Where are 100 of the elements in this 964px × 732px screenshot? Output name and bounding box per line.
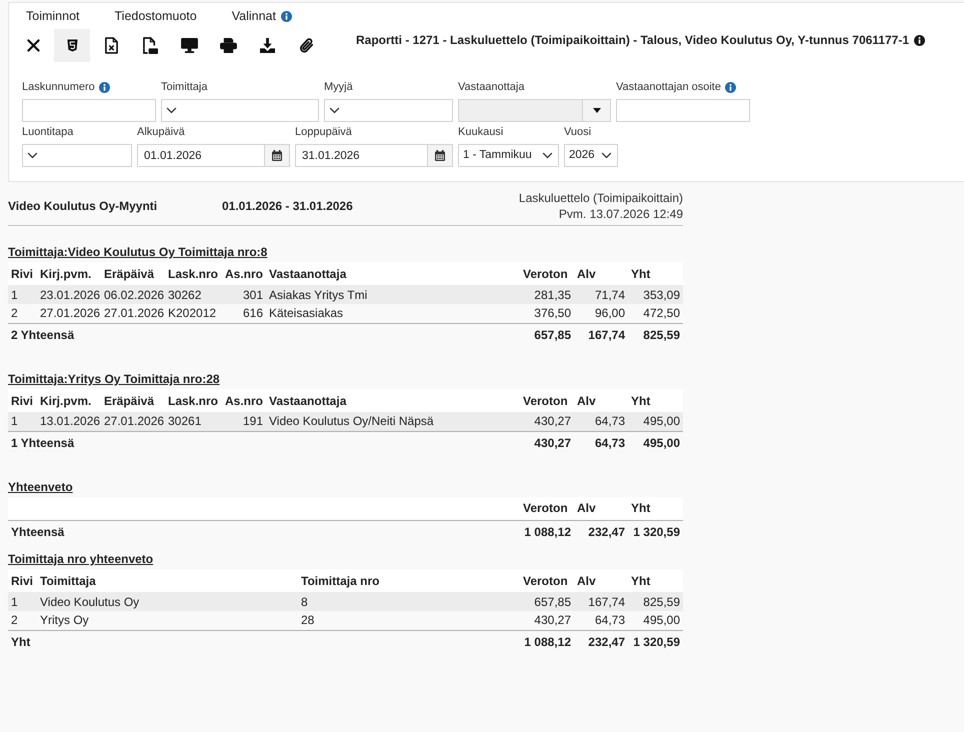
table-cell: 376,50: [520, 304, 574, 323]
table-cell: 30262: [165, 285, 222, 304]
table-cell: 430,27: [520, 412, 574, 431]
column-header: Rivi: [8, 262, 37, 285]
dropdown-button[interactable]: [583, 99, 611, 122]
table-cell: 28: [298, 611, 520, 630]
print-date: Pvm. 13.07.2026 12:49: [558, 206, 683, 222]
section-heading: Toimittaja:Video Koulutus Oy Toimittaja nro:8: [8, 245, 268, 260]
date-field[interactable]: 01.01.2026: [137, 144, 265, 167]
column-header: Toimittaja: [37, 569, 298, 592]
table-cell: 495,00: [628, 412, 683, 431]
column-header: Rivi: [8, 389, 37, 412]
table-cell: 27.01.2026: [101, 304, 165, 323]
select-field[interactable]: 1 - Tammikuu: [458, 144, 559, 167]
printer-icon: [220, 38, 236, 53]
document-x-icon: [104, 37, 118, 54]
table-cell: 27.01.2026: [101, 412, 165, 431]
chevron-down-icon: [166, 107, 177, 114]
table-cell: Yritys Oy: [37, 611, 298, 630]
table-cell: 27.01.2026: [37, 304, 101, 323]
total-cell: 232,47: [574, 520, 628, 544]
table-cell: 2: [8, 304, 37, 323]
date-field[interactable]: 31.01.2026: [295, 144, 428, 167]
column-header: Veroton: [520, 389, 574, 412]
column-header: Veroton: [520, 569, 574, 592]
table-cell: 23.01.2026: [37, 285, 101, 304]
field-label: Toimittaja: [161, 80, 208, 94]
field-label: Myyjä: [324, 80, 353, 94]
field-label: Vastaanottaja: [458, 80, 524, 94]
column-header: Kirj.pvm.: [37, 262, 101, 285]
chevron-down-icon: [329, 107, 340, 114]
caret-down-icon: [592, 108, 600, 113]
total-cell: 1 088,12: [520, 520, 574, 544]
table-cell: 825,59: [628, 592, 683, 611]
column-header: Yht: [628, 389, 683, 412]
report-title: Raportti - 1271 - Laskuluettelo (Toimipaikoittain) - Talous, Video Koulutus Oy, Y-tunnus 7061177-1: [356, 33, 909, 47]
table-cell: 472,50: [628, 304, 683, 323]
select-field[interactable]: [161, 99, 319, 122]
menu-item[interactable]: Tiedostomuoto: [114, 8, 197, 24]
table-cell: 8: [298, 592, 520, 611]
column-header: Yht: [628, 262, 683, 285]
column-header: Alv: [574, 497, 628, 520]
company-name: Video Koulutus Oy-Myynti: [8, 198, 158, 215]
chevron-down-icon: [601, 152, 612, 159]
input-field[interactable]: [616, 99, 750, 122]
select-field[interactable]: [22, 144, 132, 167]
table-cell: 657,85: [520, 592, 574, 611]
table-cell: 1: [8, 412, 37, 431]
document-icon: [142, 37, 158, 54]
total-cell: 167,74: [574, 323, 628, 347]
table-cell: 64,73: [574, 412, 628, 431]
toolbar-button[interactable]: [54, 29, 90, 62]
total-cell: 232,47: [574, 630, 628, 654]
column-header: Veroton: [520, 262, 574, 285]
total-cell: 1 088,12: [520, 630, 574, 654]
total-cell: 1 320,59: [628, 630, 683, 654]
total-label: 1 Yhteensä: [8, 431, 520, 455]
total-cell: 825,59: [628, 323, 683, 347]
total-cell: 657,85: [520, 323, 574, 347]
column-header: Vastaanottaja: [266, 262, 520, 285]
table-cell: 191: [222, 412, 266, 431]
menu-item[interactable]: Toiminnot: [26, 8, 80, 24]
table-cell: 353,09: [628, 285, 683, 304]
column-header: Rivi: [8, 569, 37, 592]
close-icon: [26, 39, 40, 52]
table-cell: 2: [8, 611, 37, 630]
table-cell: 64,73: [574, 611, 628, 630]
section-heading: Toimittaja nro yhteenveto: [8, 552, 154, 567]
select-field[interactable]: 2026: [564, 144, 618, 167]
column-header: Toimittaja nro: [298, 569, 520, 592]
report-name: Laskuluettelo (Toimipaikoittain): [518, 190, 683, 206]
field-label: Kuukausi: [458, 125, 504, 139]
table-cell: 13.01.2026: [37, 412, 101, 431]
table-cell: 281,35: [520, 285, 574, 304]
column-header: As.nro: [222, 389, 266, 412]
field-label: Laskunnumero: [22, 80, 95, 94]
column-header: Vastaanottaja: [266, 389, 520, 412]
total-label: 2 Yhteensä: [8, 323, 520, 347]
select-field[interactable]: [324, 99, 453, 122]
field-label: Alkupäivä: [137, 125, 185, 139]
calendar-button[interactable]: [428, 144, 453, 167]
shield-icon: [66, 39, 78, 52]
column-header: As.nro: [222, 262, 266, 285]
field-label: Loppupäivä: [295, 125, 352, 139]
download-icon: [260, 38, 274, 53]
table-cell: Asiakas Yritys Tmi: [266, 285, 520, 304]
table-cell: 167,74: [574, 592, 628, 611]
table-cell: K202012: [165, 304, 222, 323]
menu-item[interactable]: Valinnat: [232, 8, 292, 24]
total-cell: 64,73: [574, 431, 628, 455]
date-range: 01.01.2026 - 31.01.2026: [222, 198, 353, 215]
calendar-button[interactable]: [265, 144, 290, 167]
table-cell: 430,27: [520, 611, 574, 630]
table-cell: 1: [8, 592, 37, 611]
input-field[interactable]: [22, 99, 156, 122]
column-header: Yht: [628, 569, 683, 592]
column-header: Lask.nro: [165, 389, 222, 412]
table-cell: 1: [8, 285, 37, 304]
table-cell: 495,00: [628, 611, 683, 630]
total-label: Yhteensä: [8, 520, 520, 544]
